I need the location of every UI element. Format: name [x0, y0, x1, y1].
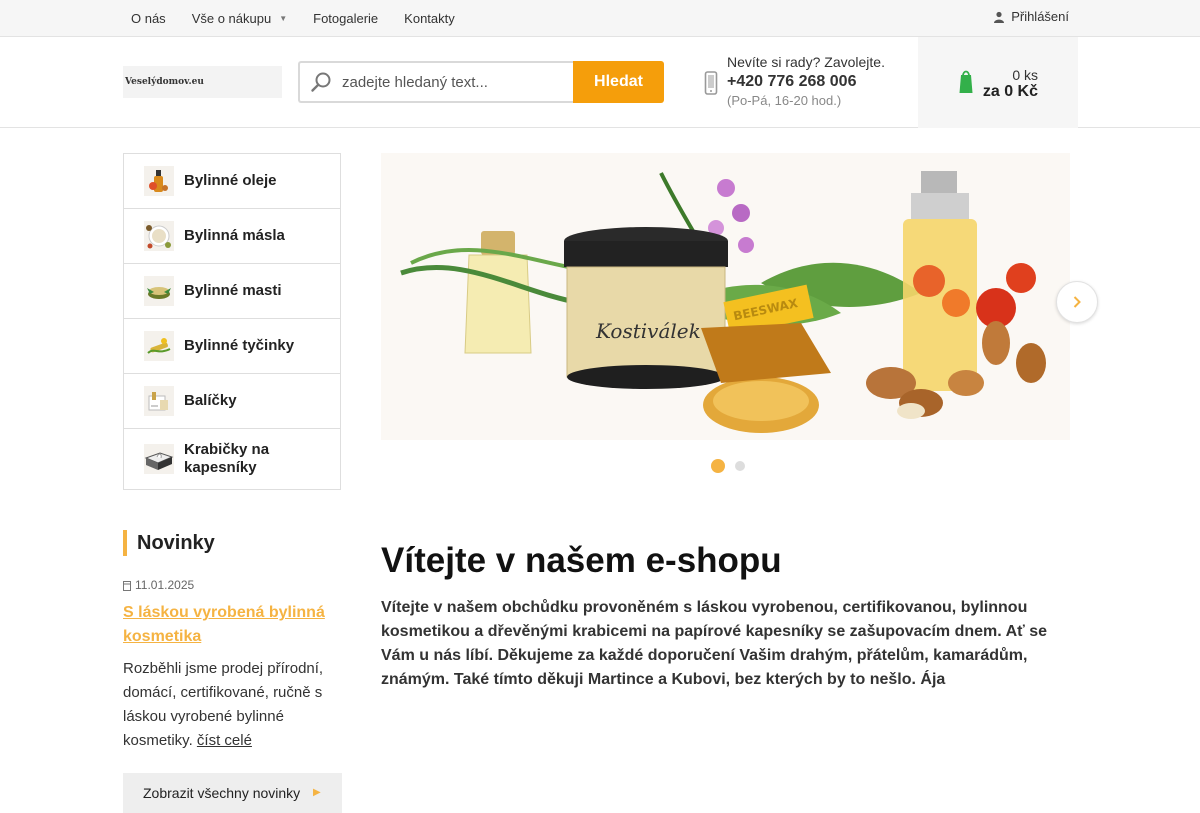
chevron-right-icon — [1073, 296, 1081, 308]
all-news-button[interactable]: Zobrazit všechny novinky ▶ — [123, 773, 342, 813]
login-link[interactable]: Přihlášení — [993, 9, 1069, 24]
search-icon — [311, 72, 331, 92]
butter-jar-icon — [144, 221, 174, 251]
category-item-packages[interactable]: Balíčky — [124, 374, 340, 429]
welcome-text: Vítejte v našem obchůdku provoněném s lá… — [381, 599, 1048, 688]
search-box — [298, 61, 574, 103]
read-more-link[interactable]: číst celé — [197, 732, 252, 749]
welcome-heading: Vítejte v našem e-shopu — [381, 541, 782, 580]
news-excerpt: Rozběhli jsme prodej přírodní, domácí, c… — [123, 660, 324, 749]
search-input[interactable] — [342, 73, 562, 91]
banner-image: Kostiválek BEESWAX — [400, 171, 1046, 433]
nav-item-about[interactable]: O nás — [123, 11, 174, 26]
help-contact: Nevíte si rady? Zavolejte. +420 776 268 … — [727, 54, 885, 108]
top-nav: O nás Vše o nákupu ▼ Fotogalerie Kontakty — [123, 0, 473, 36]
phone-hours: (Po-Pá, 16-20 hod.) — [727, 93, 842, 108]
news-heading: Novinky — [123, 530, 215, 556]
cart-button[interactable]: 0 ks za 0 Kč — [918, 37, 1078, 128]
gift-pack-icon — [144, 386, 174, 416]
nav-item-shopping[interactable]: Vše o nákupu ▼ — [184, 11, 295, 26]
user-icon — [994, 11, 1005, 23]
slider-next-button[interactable] — [1056, 281, 1098, 323]
oil-bottle-icon — [144, 166, 174, 196]
category-item-ointments[interactable]: Bylinné masti — [124, 264, 340, 319]
search-form: Hledat — [298, 61, 664, 103]
jar-label: Kostiválek — [595, 319, 701, 343]
header: Veselýdomov.eu Hledat Nevíte si rady? Za… — [0, 37, 1200, 128]
chevron-down-icon: ▼ — [279, 13, 288, 23]
slider-dot-2[interactable] — [735, 461, 745, 471]
cart-count: 0 ks — [1012, 67, 1038, 83]
slider-dots — [711, 459, 755, 473]
news-date: 11.01.2025 — [123, 578, 194, 592]
calendar-icon — [123, 580, 131, 591]
category-item-oils[interactable]: Bylinné oleje — [124, 154, 340, 209]
nav-item-contacts[interactable]: Kontakty — [396, 11, 463, 26]
cart-total: za 0 Kč — [982, 83, 1038, 100]
category-item-sticks[interactable]: Bylinné tyčinky — [124, 319, 340, 374]
phone-icon — [704, 71, 718, 95]
logo[interactable]: Veselýdomov.eu — [123, 66, 282, 98]
top-bar: O nás Vše o nákupu ▼ Fotogalerie Kontakty… — [0, 0, 1200, 37]
category-item-tissue-boxes[interactable]: Krabičky na kapesníky — [124, 429, 340, 489]
phone-number[interactable]: +420 776 268 006 — [727, 73, 885, 91]
category-item-butters[interactable]: Bylinná másla — [124, 209, 340, 264]
chevron-right-icon: ▶ — [313, 787, 321, 798]
help-question: Nevíte si rady? Zavolejte. — [727, 54, 885, 70]
slider-dot-1[interactable] — [711, 459, 725, 473]
nav-item-gallery[interactable]: Fotogalerie — [305, 11, 386, 26]
banner-slider[interactable]: Kostiválek BEESWAX — [381, 153, 1070, 440]
search-button[interactable]: Hledat — [573, 61, 664, 103]
ointment-icon — [144, 276, 174, 306]
lip-balm-icon — [144, 331, 174, 361]
shopping-bag-icon — [959, 70, 973, 93]
tissue-box-icon — [144, 444, 174, 474]
news-title-link[interactable]: S láskou vyrobená bylinná kosmetika — [123, 601, 343, 649]
category-menu: Bylinné oleje Bylinná másla Bylinné mast… — [123, 153, 341, 490]
